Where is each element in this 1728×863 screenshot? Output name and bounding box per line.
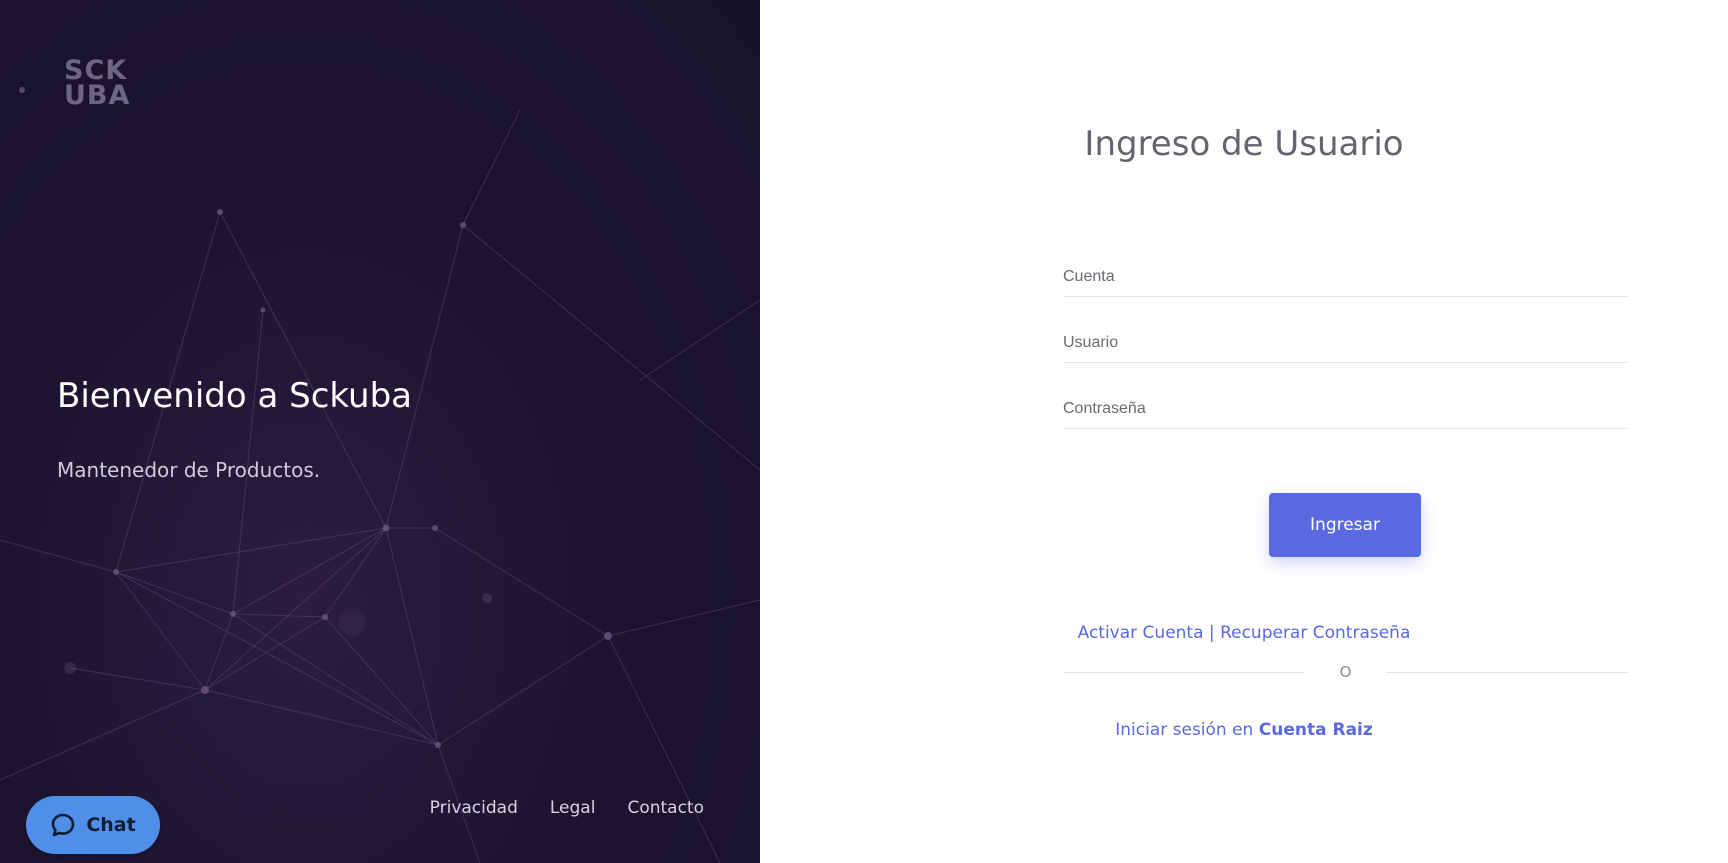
- brand-logo: SCK UBA: [64, 57, 131, 111]
- account-field: [1063, 262, 1628, 297]
- user-field: [1063, 328, 1628, 363]
- chat-button[interactable]: Chat: [26, 796, 160, 854]
- network-background: [0, 87, 760, 863]
- root-login: Iniciar sesión en Cuenta Raiz: [760, 720, 1728, 740]
- login-panel: Ingreso de Usuario Ingresar Activar Cuen…: [760, 0, 1728, 863]
- root-account-link[interactable]: Cuenta Raiz: [1259, 720, 1373, 740]
- footer-link-legal[interactable]: Legal: [550, 798, 596, 818]
- activate-account-link[interactable]: Activar Cuenta: [1078, 623, 1204, 643]
- login-title: Ingreso de Usuario: [1084, 124, 1404, 164]
- divider-line-right: [1386, 672, 1628, 673]
- account-input[interactable]: [1063, 262, 1628, 292]
- login-button[interactable]: Ingresar: [1269, 493, 1421, 557]
- chat-bubble-icon: [52, 813, 75, 837]
- footer-link-privacy[interactable]: Privacidad: [430, 798, 518, 818]
- or-divider: O: [1063, 662, 1628, 682]
- password-field: [1063, 394, 1628, 429]
- link-separator: |: [1208, 623, 1215, 643]
- account-links: Activar Cuenta | Recuperar Contraseña: [760, 623, 1728, 643]
- password-input[interactable]: [1063, 394, 1628, 424]
- recover-password-link[interactable]: Recuperar Contraseña: [1220, 623, 1410, 643]
- welcome-subtitle: Mantenedor de Productos.: [57, 458, 321, 482]
- welcome-title: Bienvenido a Sckuba: [57, 376, 412, 416]
- footer-link-contact[interactable]: Contacto: [627, 798, 704, 818]
- chat-label: Chat: [86, 814, 136, 836]
- user-input[interactable]: [1063, 328, 1628, 358]
- root-login-prefix: Iniciar sesión en: [1115, 720, 1254, 740]
- welcome-panel: SCK UBA Bienvenido a Sckuba Mantenedor d…: [0, 0, 760, 863]
- footer-nav: Privacidad Legal Contacto: [430, 798, 704, 818]
- logo-line-2: UBA: [64, 80, 131, 111]
